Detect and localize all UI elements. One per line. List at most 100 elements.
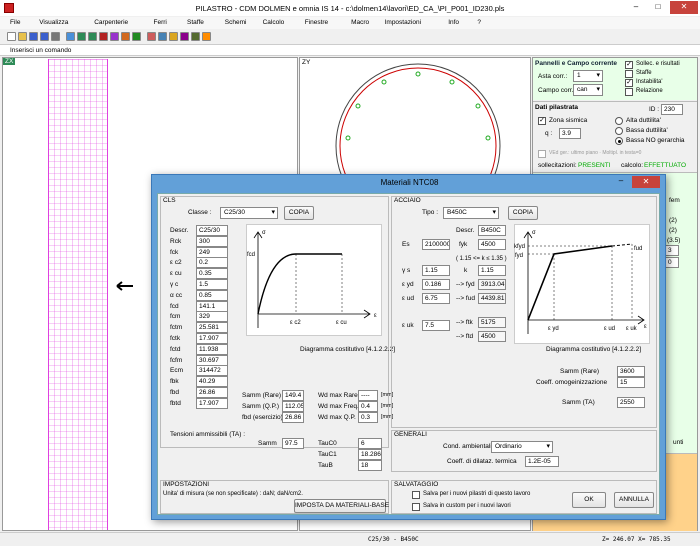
ok-button[interactable]: OK bbox=[572, 492, 606, 508]
menu-staffe[interactable]: Staffe bbox=[187, 19, 204, 26]
alta-duttilita-radio[interactable] bbox=[615, 117, 623, 125]
menu-carpenterie[interactable]: Carpenterie bbox=[94, 19, 128, 26]
es-field[interactable]: 2100000 bbox=[422, 239, 450, 250]
menu-schemi[interactable]: Schemi bbox=[225, 19, 247, 26]
save-as-icon[interactable] bbox=[40, 31, 49, 41]
section-icon[interactable] bbox=[99, 31, 108, 41]
cls-fbk-field[interactable]: 40.29 bbox=[196, 376, 228, 388]
menu-impostazioni[interactable]: Impostazioni bbox=[385, 19, 422, 26]
samm-rare-acc-field[interactable]: 3600 bbox=[617, 366, 645, 377]
cls-rck-field[interactable]: 300 bbox=[196, 235, 228, 247]
material-icon[interactable] bbox=[191, 31, 200, 41]
paint-icon[interactable] bbox=[202, 31, 211, 41]
menu-info[interactable]: Info bbox=[448, 19, 459, 26]
fyk-field[interactable]: 4500 bbox=[478, 239, 506, 250]
zona-checkbox[interactable]: ✓ bbox=[538, 117, 546, 125]
save-icon[interactable] bbox=[29, 31, 38, 41]
minimize-button[interactable]: – bbox=[626, 2, 646, 13]
samm-ta-acc-field[interactable]: 2550 bbox=[617, 397, 645, 408]
coeff-omog-field[interactable]: 15 bbox=[617, 377, 645, 388]
cls-ecm-field[interactable]: 314472 bbox=[196, 365, 228, 377]
print-icon[interactable] bbox=[51, 31, 60, 41]
cls-fcm-field[interactable]: 329 bbox=[196, 311, 228, 323]
diagram-icon[interactable] bbox=[110, 31, 119, 41]
salva-nuovi-pilastri-checkbox[interactable] bbox=[412, 491, 420, 499]
partial-field-1[interactable]: 3 bbox=[665, 245, 679, 256]
export-icon[interactable] bbox=[158, 31, 167, 41]
wd-max-freq-field[interactable]: 0.4 bbox=[358, 401, 378, 412]
cls-fcfm-field[interactable]: 30.697 bbox=[196, 354, 228, 366]
cls-c2-field[interactable]: 0.2 bbox=[196, 257, 228, 269]
cls-cc-field[interactable]: 0.85 bbox=[196, 289, 228, 301]
cls-fctk-field[interactable]: 17.907 bbox=[196, 333, 228, 344]
menu-ferri[interactable]: Ferri bbox=[154, 19, 167, 26]
samm-ta-field[interactable]: 97.5 bbox=[282, 438, 304, 449]
fbd-esercizio-field[interactable]: 26.86 bbox=[282, 412, 304, 423]
cls-fctd-field[interactable]: 11.938 bbox=[196, 343, 228, 355]
cls-cu-field[interactable]: 0.35 bbox=[196, 268, 228, 280]
close-button[interactable]: ✕ bbox=[670, 1, 698, 14]
menu-file[interactable]: File bbox=[10, 19, 20, 26]
menu-finestre[interactable]: Finestre bbox=[305, 19, 328, 26]
stirrup-icon[interactable] bbox=[88, 31, 97, 41]
acciaio-copia-button[interactable]: COPIA bbox=[508, 206, 538, 220]
tauc1-field[interactable]: 18.286 bbox=[358, 449, 382, 460]
cls-descr-field[interactable]: C25/30 bbox=[196, 225, 228, 236]
staffe-checkbox[interactable] bbox=[625, 70, 633, 78]
tauc0-field[interactable]: 6 bbox=[358, 438, 382, 449]
partial-field-2[interactable]: 0 bbox=[665, 257, 679, 268]
layers-icon[interactable] bbox=[169, 31, 178, 41]
eud-field[interactable]: 6.75 bbox=[422, 293, 450, 304]
preview-icon[interactable] bbox=[66, 31, 75, 41]
id-field[interactable]: 230 bbox=[661, 104, 683, 115]
dialog-close-button[interactable]: ✕ bbox=[632, 176, 660, 188]
open-folder-icon[interactable] bbox=[18, 31, 27, 41]
taub-field[interactable]: 18 bbox=[358, 460, 382, 471]
macro-icon[interactable] bbox=[180, 31, 189, 41]
menu-macro[interactable]: Macro bbox=[351, 19, 369, 26]
bassa-no-gerarchia-radio[interactable] bbox=[615, 137, 623, 145]
import-icon[interactable] bbox=[147, 31, 156, 41]
euk-field[interactable]: 7.5 bbox=[422, 320, 450, 331]
relazione-checkbox[interactable] bbox=[625, 88, 633, 96]
bassa-duttilita-radio[interactable] bbox=[615, 127, 623, 135]
cls-copia-button[interactable]: COPIA bbox=[284, 206, 314, 220]
samm-q-p-field[interactable]: 112.05 bbox=[282, 401, 304, 412]
classe-select[interactable]: C25/30 bbox=[220, 207, 278, 219]
calc-icon[interactable] bbox=[132, 31, 141, 41]
menu-help[interactable]: ? bbox=[477, 19, 481, 26]
k-field[interactable]: 1.15 bbox=[478, 265, 506, 276]
campo-select[interactable]: can bbox=[573, 84, 603, 96]
dialog-minimize-button[interactable]: – bbox=[614, 177, 628, 187]
maximize-button[interactable]: □ bbox=[648, 2, 668, 13]
new-file-icon[interactable] bbox=[7, 31, 16, 41]
imposta-da-materiali-base-button[interactable]: IMPOSTA DA MATERIALI-BASE bbox=[294, 499, 389, 513]
cls-c-field[interactable]: 1.5 bbox=[196, 279, 228, 290]
tipo-select[interactable]: B450C bbox=[443, 207, 499, 219]
gs-field[interactable]: 1.15 bbox=[422, 265, 450, 276]
wd-max-rare-field[interactable]: ---- bbox=[358, 390, 378, 401]
annulla-button[interactable]: ANNULLA bbox=[614, 492, 654, 508]
eyd-field[interactable]: 0.186 bbox=[422, 279, 450, 290]
acc-descr-field[interactable]: B450C bbox=[478, 225, 506, 236]
q-field[interactable]: 3.9 bbox=[559, 128, 581, 139]
salva-custom-checkbox[interactable] bbox=[412, 503, 420, 511]
cls-fctm-field[interactable]: 25.581 bbox=[196, 322, 228, 334]
menu-visualizza[interactable]: Visualizza bbox=[39, 19, 68, 26]
instabilita-checkbox[interactable]: ✓ bbox=[625, 79, 633, 87]
rebar-icon[interactable] bbox=[77, 31, 86, 41]
cls-fcd-field[interactable]: 141.1 bbox=[196, 300, 228, 312]
cls-fbd-field[interactable]: 26.86 bbox=[196, 387, 228, 398]
samm-rare-field[interactable]: 149.4 bbox=[282, 390, 304, 401]
coeff-dilataz-field[interactable]: 1.2E-05 bbox=[525, 456, 559, 467]
asta-select[interactable]: 1 bbox=[573, 70, 603, 82]
wd-max-q-p-field[interactable]: 0.3 bbox=[358, 412, 378, 423]
check-icon[interactable] bbox=[121, 31, 130, 41]
menu-calcolo[interactable]: Calcolo bbox=[263, 19, 285, 26]
cond-ambientali-select[interactable]: Ordinario bbox=[491, 441, 553, 453]
cls-fck-field[interactable]: 249 bbox=[196, 246, 228, 258]
command-input[interactable]: Inserisci un comando bbox=[10, 47, 71, 54]
sollec-e-risultati-checkbox[interactable]: ✓ bbox=[625, 61, 633, 69]
cls-fbtd-field[interactable]: 17.907 bbox=[196, 397, 228, 409]
vedi-checkbox[interactable] bbox=[538, 150, 546, 158]
